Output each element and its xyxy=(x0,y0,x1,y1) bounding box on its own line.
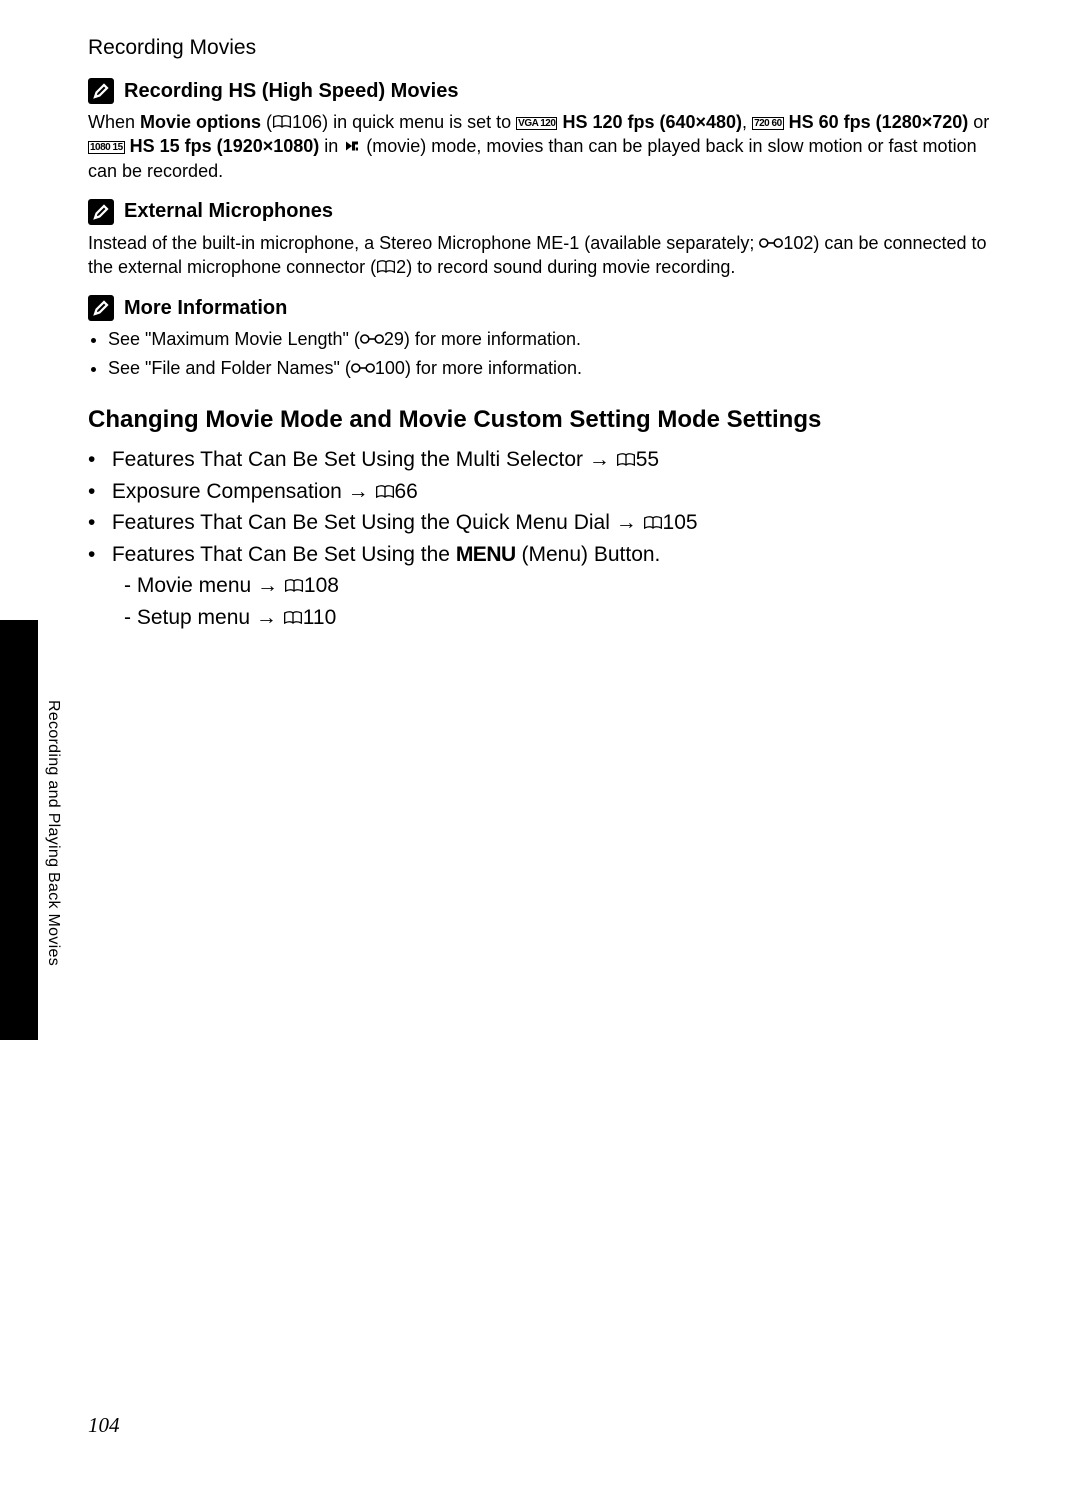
note-head: External Microphones xyxy=(88,199,992,225)
arrow-icon: → xyxy=(257,574,278,597)
text: ) in quick menu is set to xyxy=(322,112,516,132)
page-header: Recording Movies xyxy=(88,36,992,60)
list-item: Features That Can Be Set Using the MENU … xyxy=(88,539,992,634)
text: ) for more information. xyxy=(405,358,582,378)
page-ref: 100 xyxy=(375,358,405,378)
list-item: Exposure Compensation → 66 xyxy=(88,476,992,508)
manual-page: Recording Movies Recording HS (High Spee… xyxy=(0,0,1080,1486)
book-icon xyxy=(272,112,292,128)
text-bold: HS 60 fps (1280×720) xyxy=(784,112,969,132)
note-body: Instead of the built-in microphone, a St… xyxy=(88,231,992,280)
list-item: See "Maximum Movie Length" ( 29) for more… xyxy=(108,327,992,351)
page-ref: 66 xyxy=(395,480,418,503)
text: (Menu) Button. xyxy=(516,543,661,566)
page-ref: 105 xyxy=(663,511,698,534)
book-icon xyxy=(375,478,395,494)
note-recording-hs: Recording HS (High Speed) Movies When Mo… xyxy=(88,78,992,183)
text: Features That Can Be Set Using the xyxy=(112,543,456,566)
mode-badge: 1080 15 xyxy=(88,141,125,154)
note-title: External Microphones xyxy=(124,200,333,223)
link-icon xyxy=(759,233,783,249)
arrow-icon: → xyxy=(348,480,369,503)
page-ref: 110 xyxy=(303,606,336,629)
note-head: Recording HS (High Speed) Movies xyxy=(88,78,992,104)
list-item: Movie menu → 108 xyxy=(124,570,992,602)
note-list: See "Maximum Movie Length" ( 29) for more… xyxy=(88,327,992,380)
list-item: Features That Can Be Set Using the Multi… xyxy=(88,444,992,476)
text: in xyxy=(319,136,343,156)
text: Features That Can Be Set Using the Multi… xyxy=(112,448,589,471)
text-bold: HS 120 fps (640×480) xyxy=(557,112,742,132)
arrow-icon: → xyxy=(616,511,637,534)
arrow-icon: → xyxy=(589,448,610,471)
menu-label: MENU xyxy=(456,543,516,566)
link-icon xyxy=(360,329,384,345)
text: See "Maximum Movie Length" ( xyxy=(108,329,360,349)
page-ref: 102 xyxy=(783,233,813,253)
mode-badge: 720 60 xyxy=(752,117,784,130)
page-ref: 2 xyxy=(396,257,406,277)
note-more-info: More Information See "Maximum Movie Leng… xyxy=(88,295,992,380)
text: ( xyxy=(261,112,272,132)
page-ref: 29 xyxy=(384,329,404,349)
text: Exposure Compensation xyxy=(112,480,348,503)
side-tab-marker xyxy=(0,620,38,1040)
book-icon xyxy=(616,446,636,462)
page-number: 104 xyxy=(88,1413,120,1438)
note-body: When Movie options (106) in quick menu i… xyxy=(88,110,992,183)
text-bold: Movie options xyxy=(140,112,261,132)
text-bold: HS 15 fps (1920×1080) xyxy=(125,136,320,156)
page-ref: 106 xyxy=(292,112,322,132)
page-ref: 108 xyxy=(304,574,339,597)
sub-list: Movie menu → 108 Setup menu → 110 xyxy=(88,570,992,633)
arrow-icon: → xyxy=(256,606,277,629)
note-title: More Information xyxy=(124,297,287,320)
book-icon xyxy=(284,572,304,588)
book-icon xyxy=(643,509,663,525)
text: When xyxy=(88,112,140,132)
text: Setup menu xyxy=(137,606,256,629)
note-title: Recording HS (High Speed) Movies xyxy=(124,80,458,103)
section-list: Features That Can Be Set Using the Multi… xyxy=(88,444,992,633)
text: , xyxy=(742,112,752,132)
section-heading: Changing Movie Mode and Movie Custom Set… xyxy=(88,406,992,434)
mode-badge: VGA 120 xyxy=(516,117,557,130)
text: Instead of the built-in microphone, a St… xyxy=(88,233,759,253)
book-icon xyxy=(376,257,396,273)
text: Movie menu xyxy=(137,574,257,597)
pencil-icon xyxy=(88,78,114,104)
pencil-icon xyxy=(88,199,114,225)
movie-mode-icon xyxy=(343,136,361,152)
list-item: See "File and Folder Names" ( 100) for mo… xyxy=(108,356,992,380)
book-icon xyxy=(283,604,303,620)
page-ref: 55 xyxy=(636,448,659,471)
text: See "File and Folder Names" ( xyxy=(108,358,351,378)
note-head: More Information xyxy=(88,295,992,321)
side-section-label: Recording and Playing Back Movies xyxy=(44,700,62,966)
list-item: Setup menu → 110 xyxy=(124,602,992,634)
text: ) to record sound during movie recording… xyxy=(406,257,735,277)
list-item: Features That Can Be Set Using the Quick… xyxy=(88,507,992,539)
text: or xyxy=(968,112,989,132)
text: Features That Can Be Set Using the Quick… xyxy=(112,511,616,534)
note-external-mic: External Microphones Instead of the buil… xyxy=(88,199,992,280)
link-icon xyxy=(351,358,375,374)
text: ) for more information. xyxy=(404,329,581,349)
pencil-icon xyxy=(88,295,114,321)
